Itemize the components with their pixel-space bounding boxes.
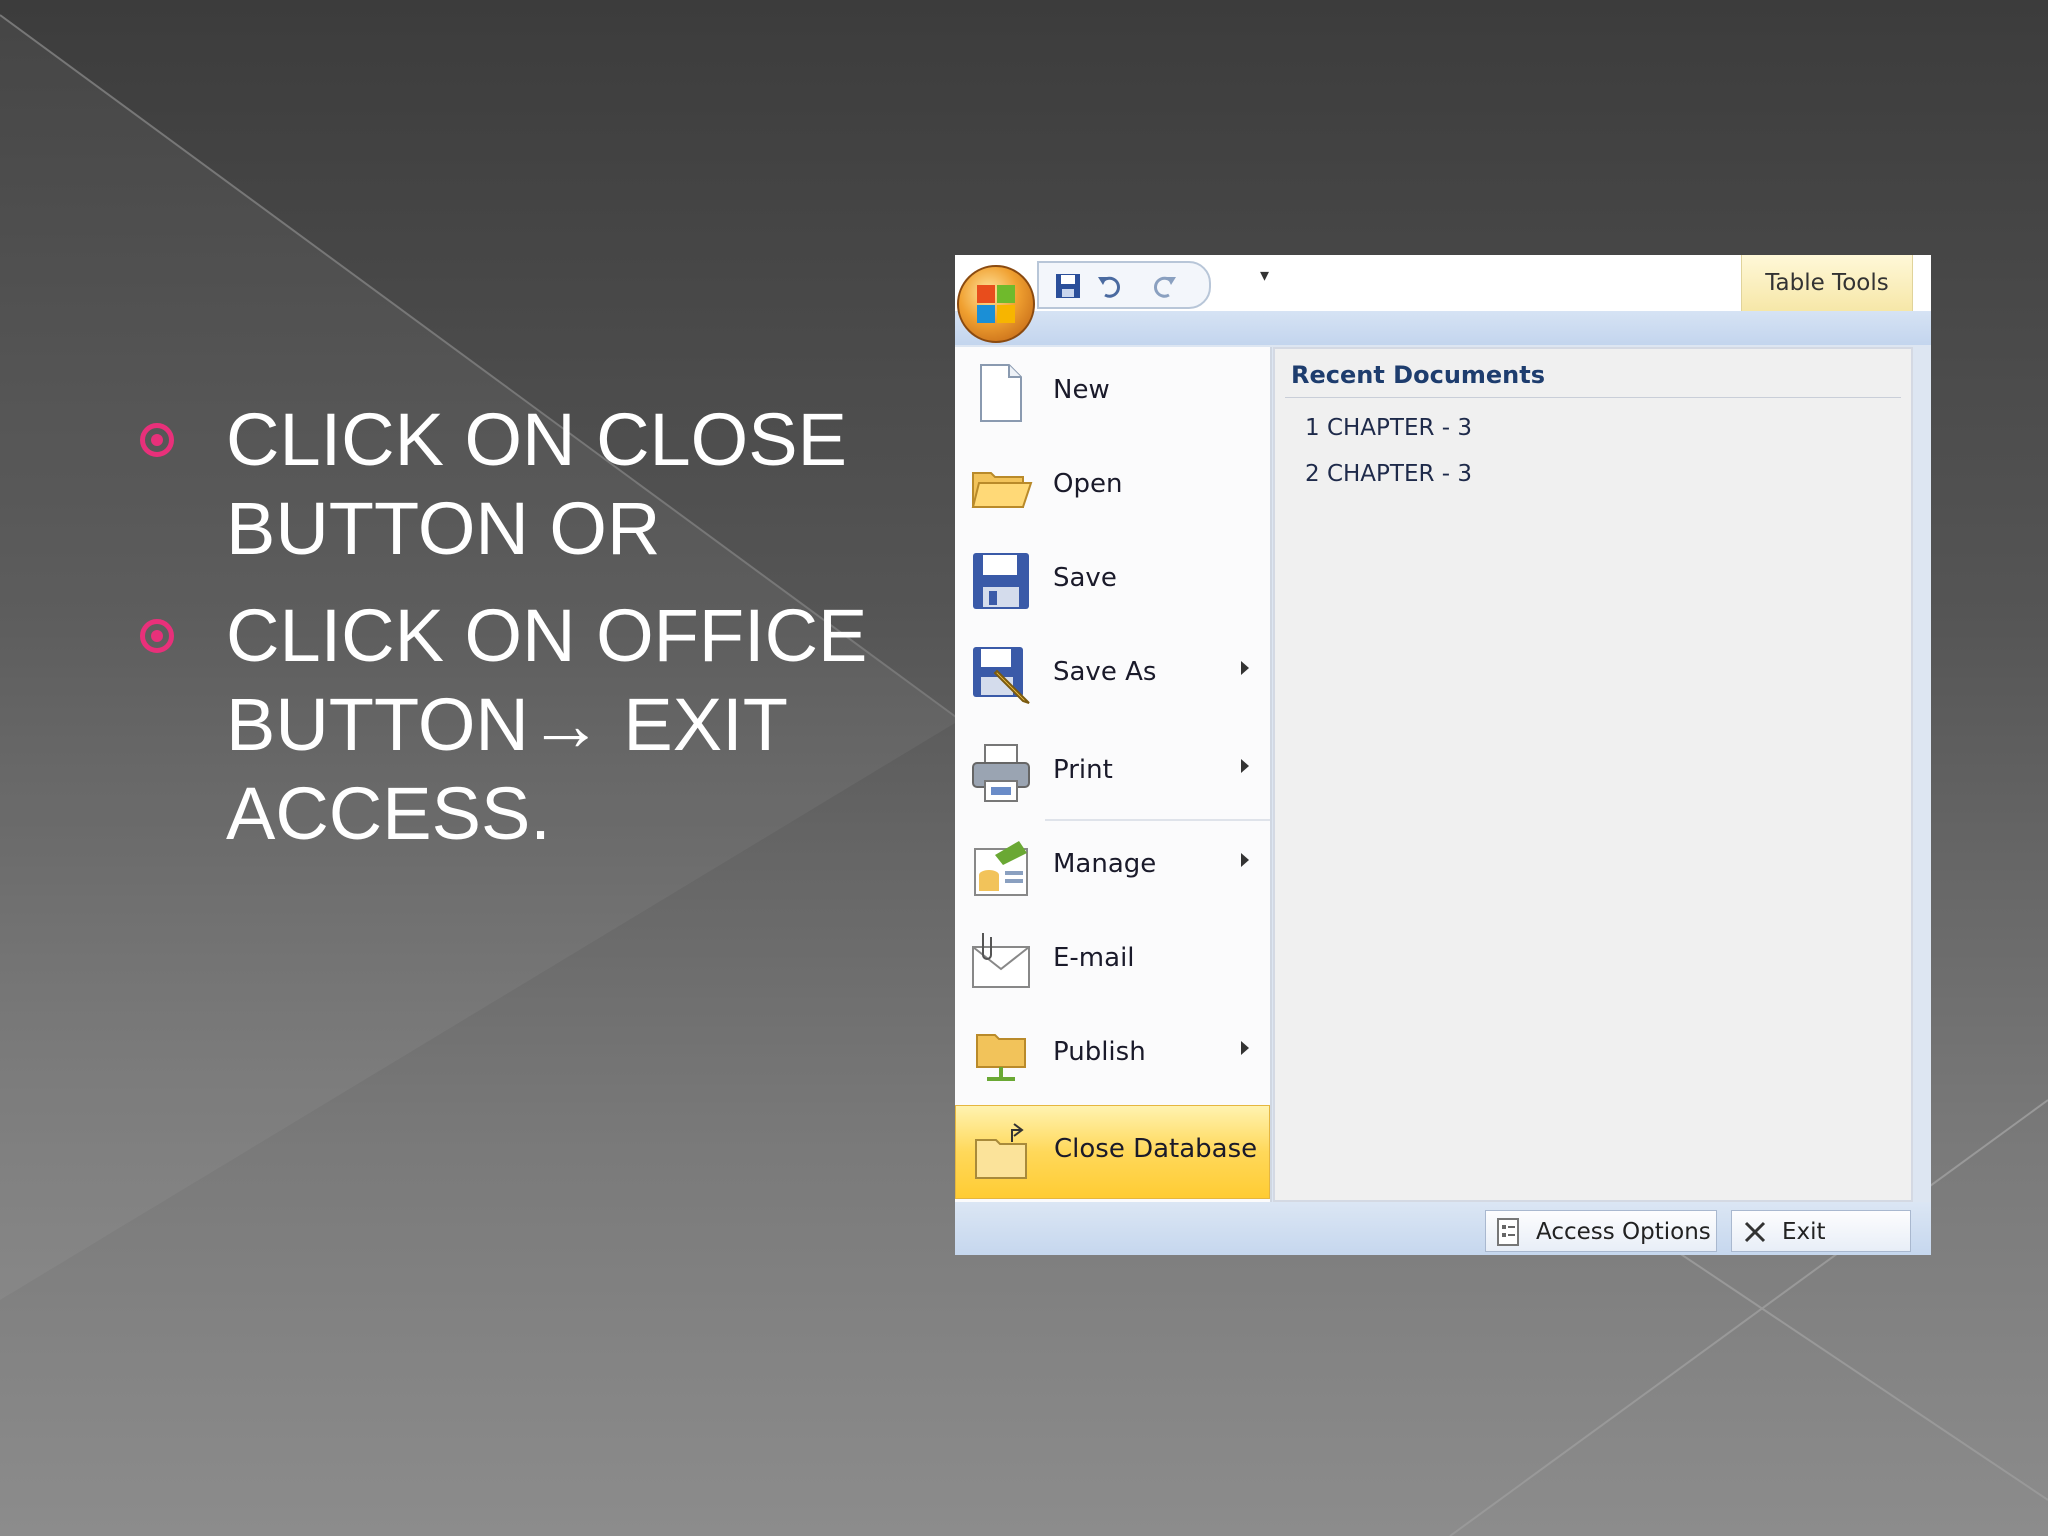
menu-item-new[interactable]: New bbox=[955, 347, 1270, 441]
undo-icon[interactable] bbox=[1095, 271, 1125, 301]
new-document-icon bbox=[980, 364, 1022, 422]
exit-access-label: Exit Access bbox=[1782, 1219, 1826, 1245]
menu-item-label: Manage bbox=[1053, 849, 1157, 879]
bullet-target-icon bbox=[140, 619, 174, 653]
menu-item-close-database[interactable]: Close Database bbox=[955, 1105, 1270, 1199]
menu-item-label: Print bbox=[1053, 755, 1113, 785]
submenu-arrow-icon bbox=[1241, 853, 1249, 867]
manage-icon bbox=[974, 841, 1028, 896]
menu-item-save[interactable]: Save bbox=[955, 535, 1270, 629]
menu-item-publish[interactable]: Publish bbox=[955, 1009, 1270, 1103]
exit-access-button[interactable]: Exit Access bbox=[1731, 1210, 1911, 1252]
recent-document-item[interactable]: 2 CHAPTER - 3 bbox=[1305, 461, 1472, 487]
access-options-label: Access Options bbox=[1536, 1219, 1711, 1245]
save-as-icon bbox=[973, 647, 1030, 704]
menu-top-bar bbox=[955, 311, 1931, 345]
submenu-arrow-icon bbox=[1241, 1041, 1249, 1055]
menu-item-label: E-mail bbox=[1053, 943, 1135, 973]
redo-icon[interactable] bbox=[1149, 271, 1179, 301]
office-button[interactable] bbox=[957, 265, 1035, 343]
close-database-icon bbox=[975, 1123, 1027, 1179]
menu-item-label: Open bbox=[1053, 469, 1123, 499]
recent-documents-title: Recent Documents bbox=[1291, 361, 1546, 389]
recent-document-item[interactable]: 1 CHAPTER - 3 bbox=[1305, 415, 1472, 441]
printer-icon bbox=[972, 744, 1030, 802]
menu-commands-pane: New Open Save Save As Print Manage E-mai… bbox=[955, 347, 1272, 1202]
bullet-item: CLICK ON OFFICE BUTTON→ EXIT ACCESS. bbox=[140, 591, 910, 858]
bullet-text: CLICK ON OFFICE BUTTON→ EXIT ACCESS. bbox=[226, 594, 868, 855]
open-folder-icon bbox=[971, 472, 1033, 508]
customize-toolbar-dropdown[interactable]: ▾ bbox=[1260, 265, 1269, 286]
menu-item-label: Save As bbox=[1053, 657, 1157, 687]
save-icon bbox=[973, 553, 1029, 609]
submenu-arrow-icon bbox=[1241, 759, 1249, 773]
contextual-tab-table-tools[interactable]: Table Tools bbox=[1741, 255, 1913, 311]
save-icon[interactable] bbox=[1053, 271, 1083, 301]
access-office-menu-screenshot: ▾ Table Tools New Open Save Save As Prin… bbox=[955, 255, 1931, 1255]
bullet-list: CLICK ON CLOSE BUTTON OR CLICK ON OFFICE… bbox=[140, 395, 910, 876]
title-bar: ▾ Table Tools bbox=[955, 255, 1931, 311]
menu-item-label: New bbox=[1053, 375, 1110, 405]
menu-item-label: Publish bbox=[1053, 1037, 1146, 1067]
menu-item-save-as[interactable]: Save As bbox=[955, 629, 1270, 723]
submenu-arrow-icon bbox=[1241, 661, 1249, 675]
close-x-icon bbox=[1744, 1221, 1766, 1243]
menu-item-label: Save bbox=[1053, 563, 1117, 593]
publish-icon bbox=[976, 1034, 1026, 1081]
menu-item-manage[interactable]: Manage bbox=[955, 821, 1270, 915]
menu-item-email[interactable]: E-mail bbox=[955, 915, 1270, 1009]
email-icon bbox=[972, 933, 1030, 988]
bullet-text: CLICK ON CLOSE BUTTON OR bbox=[226, 398, 847, 570]
menu-footer: Access Options Exit Access bbox=[955, 1202, 1931, 1255]
menu-item-open[interactable]: Open bbox=[955, 441, 1270, 535]
bullet-target-icon bbox=[140, 423, 174, 457]
bullet-item: CLICK ON CLOSE BUTTON OR bbox=[140, 395, 910, 573]
menu-item-label: Close Database bbox=[1054, 1134, 1258, 1164]
access-options-button[interactable]: Access Options bbox=[1485, 1210, 1717, 1252]
options-document-icon bbox=[1497, 1218, 1519, 1246]
recent-documents-pane: Recent Documents 1 CHAPTER - 3 2 CHAPTER… bbox=[1273, 347, 1913, 1202]
office-logo-icon bbox=[977, 285, 1015, 323]
quick-access-toolbar bbox=[1037, 261, 1211, 309]
menu-item-print[interactable]: Print bbox=[955, 727, 1270, 821]
recent-divider bbox=[1285, 397, 1901, 398]
